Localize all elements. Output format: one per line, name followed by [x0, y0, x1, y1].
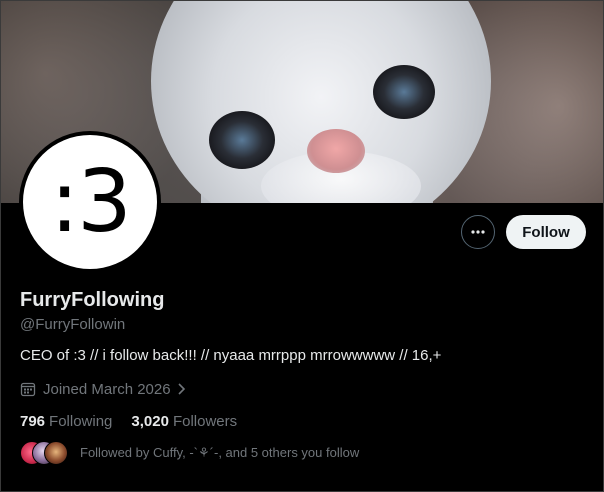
- joined-date-link[interactable]: Joined March 2026: [20, 379, 187, 399]
- profile-page: :3 Follow FurryFollowing @FurryFollowin …: [0, 0, 604, 492]
- avatar-image: :3: [23, 135, 157, 269]
- followers-you-know-link[interactable]: Followed by Cuffy, -`⚘´-, and 5 others y…: [20, 441, 359, 465]
- mutual-avatar: [44, 441, 68, 465]
- mutual-avatars: [20, 441, 70, 465]
- more-horizontal-icon: [469, 223, 487, 241]
- joined-date-text: Joined March 2026: [43, 380, 171, 398]
- following-link[interactable]: 796 Following: [20, 413, 112, 430]
- followers-count: 3,020: [131, 413, 169, 430]
- profile-avatar[interactable]: :3: [19, 131, 161, 273]
- profile-stats: 796 Following 3,020 Followers: [20, 413, 256, 430]
- followers-link[interactable]: 3,020 Followers: [131, 413, 237, 430]
- chevron-right-icon: [175, 382, 187, 396]
- following-label: Following: [49, 413, 113, 430]
- banner-cat-eye-left: [209, 111, 275, 169]
- banner-cat-eye-right: [373, 65, 435, 119]
- profile-bio: CEO of :3 // i follow back!!! // nyaaa m…: [20, 347, 442, 364]
- follow-button[interactable]: Follow: [506, 215, 586, 249]
- display-name: FurryFollowing: [20, 289, 165, 311]
- calendar-icon: [20, 381, 36, 397]
- more-options-button[interactable]: [461, 215, 495, 249]
- followed-by-text: Followed by Cuffy, -`⚘´-, and 5 others y…: [80, 445, 360, 460]
- following-count: 796: [20, 413, 46, 430]
- banner-cat-nose: [307, 129, 365, 173]
- user-handle: @FurryFollowin: [20, 316, 126, 333]
- followers-label: Followers: [172, 413, 238, 430]
